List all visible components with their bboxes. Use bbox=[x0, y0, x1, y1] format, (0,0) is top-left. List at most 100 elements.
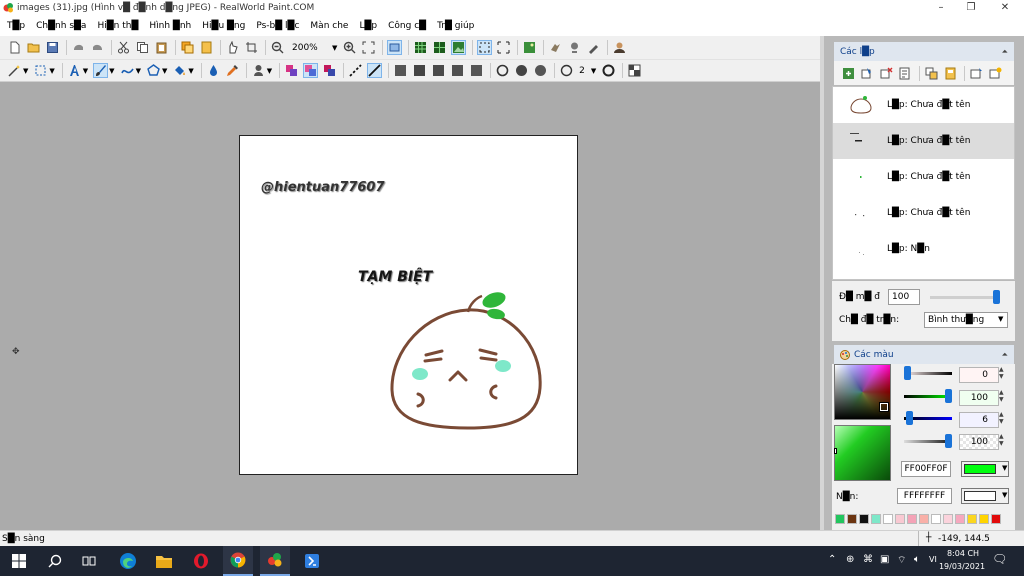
blend-normal-icon[interactable] bbox=[285, 64, 298, 77]
palette-swatch[interactable] bbox=[991, 514, 1001, 524]
rect-select-dropdown-icon[interactable]: ▼ bbox=[49, 67, 54, 75]
shade-picker-marker[interactable] bbox=[834, 448, 837, 454]
select-hand-icon[interactable] bbox=[226, 41, 239, 54]
polygon-tool-dropdown-icon[interactable]: ▼ bbox=[162, 67, 167, 75]
selection-marquee-icon[interactable] bbox=[477, 40, 493, 55]
blue-channel-spinner-icon[interactable]: ▲ ▼ bbox=[999, 411, 1004, 425]
blue-channel-thumb[interactable] bbox=[906, 411, 914, 425]
brush-hardness-icon[interactable] bbox=[602, 64, 615, 77]
antialias-icon[interactable] bbox=[628, 64, 641, 77]
pixel-grid-icon[interactable] bbox=[433, 41, 446, 54]
alpha-channel-thumb[interactable] bbox=[945, 434, 952, 448]
undo-icon[interactable] bbox=[72, 41, 85, 54]
move-layer-up-icon[interactable] bbox=[970, 67, 983, 80]
bluetooth-icon[interactable]: ⌘ bbox=[863, 554, 873, 565]
taskbar-opera[interactable] bbox=[186, 546, 216, 576]
palette-swatch[interactable] bbox=[907, 514, 917, 524]
layers-panel-header[interactable]: Các l█p ⏶ bbox=[834, 42, 1014, 62]
taskbar-edge[interactable] bbox=[113, 546, 143, 576]
colors-panel-header[interactable]: Các màu ⏶ bbox=[834, 345, 1014, 365]
layer-item[interactable]: L█p: Chưa đ█t tên bbox=[833, 195, 1014, 231]
palette-swatch[interactable] bbox=[895, 514, 905, 524]
taskbar-realworld-paint[interactable] bbox=[260, 546, 290, 576]
background-hex-input[interactable]: FFFFFFFF bbox=[897, 488, 952, 504]
rect-select-icon[interactable] bbox=[34, 64, 47, 77]
rect-shade-icon[interactable] bbox=[470, 64, 483, 77]
clock-time[interactable]: 8:04 CH bbox=[944, 549, 982, 558]
alpha-channel-input[interactable]: 100 bbox=[959, 434, 999, 450]
preview-image-icon[interactable] bbox=[451, 40, 467, 55]
zoom-dropdown-icon[interactable]: ▼ bbox=[332, 44, 337, 52]
menu-ps-filters[interactable]: Ps-b█ l█c bbox=[256, 21, 299, 31]
palette-swatch[interactable] bbox=[835, 514, 845, 524]
menu-file[interactable]: T█p bbox=[7, 21, 25, 31]
brush-shape-icon[interactable] bbox=[560, 64, 573, 77]
layer-item[interactable]: L█p: Chưa đ█t tên bbox=[833, 123, 1014, 159]
new-file-icon[interactable] bbox=[8, 41, 21, 54]
palette-swatch[interactable] bbox=[931, 514, 941, 524]
background-dropdown-icon[interactable]: ▼ bbox=[1002, 491, 1007, 499]
curve-tool-dropdown-icon[interactable]: ▼ bbox=[136, 67, 141, 75]
palette-swatch[interactable] bbox=[955, 514, 965, 524]
menu-edit[interactable]: Ch█nh s█a bbox=[36, 21, 86, 31]
palette-swatch[interactable] bbox=[967, 514, 977, 524]
blend-multiply-icon[interactable] bbox=[303, 63, 319, 78]
menu-mask[interactable]: Màn che bbox=[310, 21, 348, 31]
fill-bucket-icon[interactable] bbox=[173, 64, 186, 77]
start-button[interactable] bbox=[4, 546, 34, 576]
user-profile-icon[interactable] bbox=[613, 41, 626, 54]
opacity-slider-thumb[interactable] bbox=[993, 290, 1000, 304]
brush-tool-icon[interactable] bbox=[93, 63, 109, 78]
grid-icon[interactable] bbox=[414, 41, 427, 54]
redo-icon[interactable] bbox=[91, 41, 104, 54]
red-channel-input[interactable]: 0 bbox=[959, 367, 999, 383]
brush-tool-dropdown-icon[interactable]: ▼ bbox=[109, 67, 114, 75]
crop-select-icon[interactable] bbox=[245, 41, 258, 54]
text-tool-icon[interactable] bbox=[68, 64, 81, 77]
close-button[interactable]: ✕ bbox=[990, 0, 1020, 16]
collapse-layers-icon[interactable]: ⏶ bbox=[1002, 47, 1008, 57]
taskbar-app[interactable] bbox=[297, 546, 327, 576]
wifi-icon[interactable]: ⌔ bbox=[897, 554, 906, 567]
minimize-button[interactable]: – bbox=[926, 0, 956, 16]
menu-view[interactable]: Hi█n th█ bbox=[97, 21, 138, 31]
polygon-tool-icon[interactable] bbox=[147, 64, 160, 77]
pick-tool-icon[interactable] bbox=[587, 41, 600, 54]
webcam-icon[interactable] bbox=[568, 41, 581, 54]
notifications-icon[interactable]: 🗨︎ bbox=[992, 552, 1007, 566]
rect-filled-icon[interactable] bbox=[413, 64, 426, 77]
rect-both-icon[interactable] bbox=[432, 64, 445, 77]
rect-outline-icon[interactable] bbox=[394, 64, 407, 77]
move-handle-icon[interactable]: ✥ bbox=[12, 347, 21, 357]
show-layers-icon[interactable] bbox=[387, 40, 403, 55]
collapse-colors-icon[interactable]: ⏶ bbox=[1002, 350, 1008, 360]
menu-image[interactable]: Hình █nh bbox=[149, 21, 191, 31]
red-channel-track[interactable] bbox=[904, 372, 952, 375]
copy-merged-icon[interactable] bbox=[181, 41, 194, 54]
zoom-out-icon[interactable] bbox=[271, 41, 284, 54]
menu-layer[interactable]: L█p bbox=[359, 21, 377, 31]
palette-swatch[interactable] bbox=[871, 514, 881, 524]
clock-date[interactable]: 19/03/2021 bbox=[938, 562, 986, 571]
duplicate-layer-icon[interactable] bbox=[861, 67, 874, 80]
maximize-button[interactable]: ❐ bbox=[956, 0, 986, 16]
blend-overlay-icon[interactable] bbox=[323, 64, 336, 77]
copy-icon[interactable] bbox=[136, 41, 149, 54]
paste-icon[interactable] bbox=[155, 41, 168, 54]
add-layer-icon[interactable] bbox=[842, 67, 855, 80]
flatten-icon[interactable] bbox=[944, 67, 957, 80]
task-view-button[interactable] bbox=[74, 546, 104, 576]
layer-item[interactable]: L█p: Chưa đ█t tên bbox=[833, 87, 1014, 123]
network-status-icon[interactable]: ⊕ bbox=[846, 554, 854, 565]
red-channel-thumb[interactable] bbox=[904, 366, 911, 380]
magic-wand-icon[interactable] bbox=[8, 64, 21, 77]
cut-icon[interactable] bbox=[117, 41, 130, 54]
opacity-input[interactable]: 100 bbox=[888, 289, 920, 305]
layer-properties-icon[interactable] bbox=[899, 67, 912, 80]
show-hidden-icons-icon[interactable]: ⌃ bbox=[828, 554, 836, 565]
ellipse-outline-icon[interactable] bbox=[496, 64, 509, 77]
zoom-input[interactable]: 200% bbox=[290, 41, 334, 55]
eyedropper-icon[interactable] bbox=[226, 64, 239, 77]
brush-size-value[interactable]: 2 bbox=[579, 66, 585, 76]
layers-list[interactable]: L█p: Chưa đ█t tên L█p: Chưa đ█t tên L█p:… bbox=[832, 86, 1015, 280]
